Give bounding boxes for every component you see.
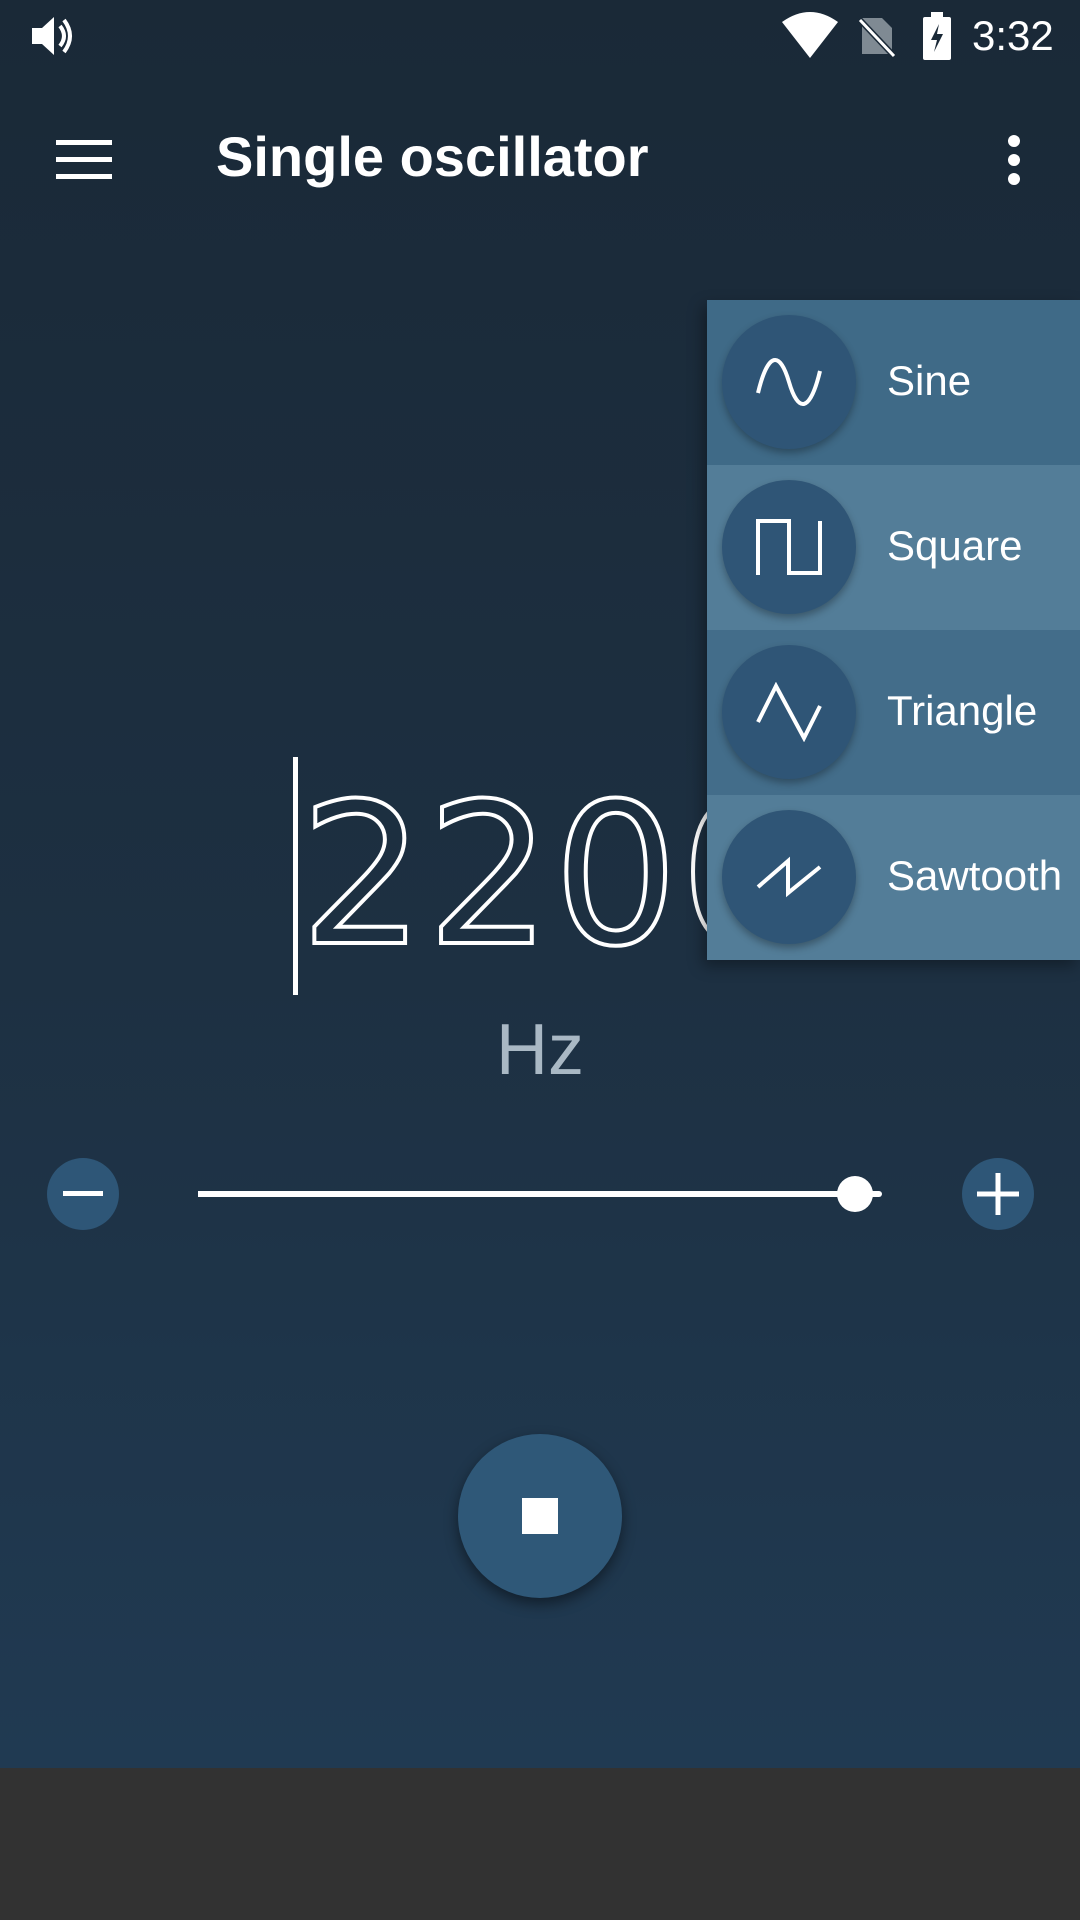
square-wave-icon [722, 480, 856, 614]
stop-icon [522, 1498, 558, 1534]
stop-button[interactable] [458, 1434, 622, 1598]
sawtooth-wave-icon [722, 810, 856, 944]
waveform-option-square[interactable]: Square [707, 465, 1080, 630]
frequency-value-field[interactable]: 22000 [300, 768, 720, 984]
status-clock: 3:32 [972, 12, 1054, 59]
waveform-option-label: Square [887, 522, 1023, 569]
increase-frequency-button[interactable] [962, 1158, 1034, 1230]
waveform-menu: Sine Square Triangle Sawtooth [707, 300, 1080, 960]
screen: 3:32 Single oscillator 22000 Hz [0, 0, 1080, 1920]
overflow-menu-button[interactable] [966, 112, 1062, 208]
frequency-slider-fill [198, 1191, 855, 1197]
plus-icon [977, 1173, 1019, 1215]
text-cursor [293, 757, 298, 995]
frequency-slider-track[interactable] [198, 1191, 882, 1197]
decrease-frequency-button[interactable] [47, 1158, 119, 1230]
frequency-unit-label: Hz [496, 1010, 584, 1090]
battery-charging-icon [922, 12, 952, 65]
frequency-slider-thumb[interactable] [836, 1176, 873, 1212]
volume-icon [30, 14, 76, 63]
hamburger-menu-icon [56, 140, 112, 179]
waveform-option-label: Triangle [887, 687, 1038, 734]
waveform-option-label: Sine [887, 357, 972, 404]
navigation-bar-area [0, 1768, 1080, 1920]
hamburger-menu-button[interactable] [36, 112, 132, 208]
minus-icon [63, 1191, 103, 1196]
wifi-icon [782, 12, 838, 63]
page-title: Single oscillator [216, 125, 649, 188]
no-sim-icon [857, 14, 897, 63]
sine-wave-icon [722, 315, 856, 449]
triangle-wave-icon [722, 645, 856, 779]
waveform-option-triangle[interactable]: Triangle [707, 630, 1080, 795]
app-toolbar: Single oscillator [0, 72, 1080, 240]
more-vert-icon [1008, 135, 1020, 185]
status-bar: 3:32 [0, 0, 1080, 72]
waveform-option-sawtooth[interactable]: Sawtooth [707, 795, 1080, 960]
waveform-option-label: Sawtooth [887, 852, 1063, 899]
waveform-option-sine[interactable]: Sine [707, 300, 1080, 465]
